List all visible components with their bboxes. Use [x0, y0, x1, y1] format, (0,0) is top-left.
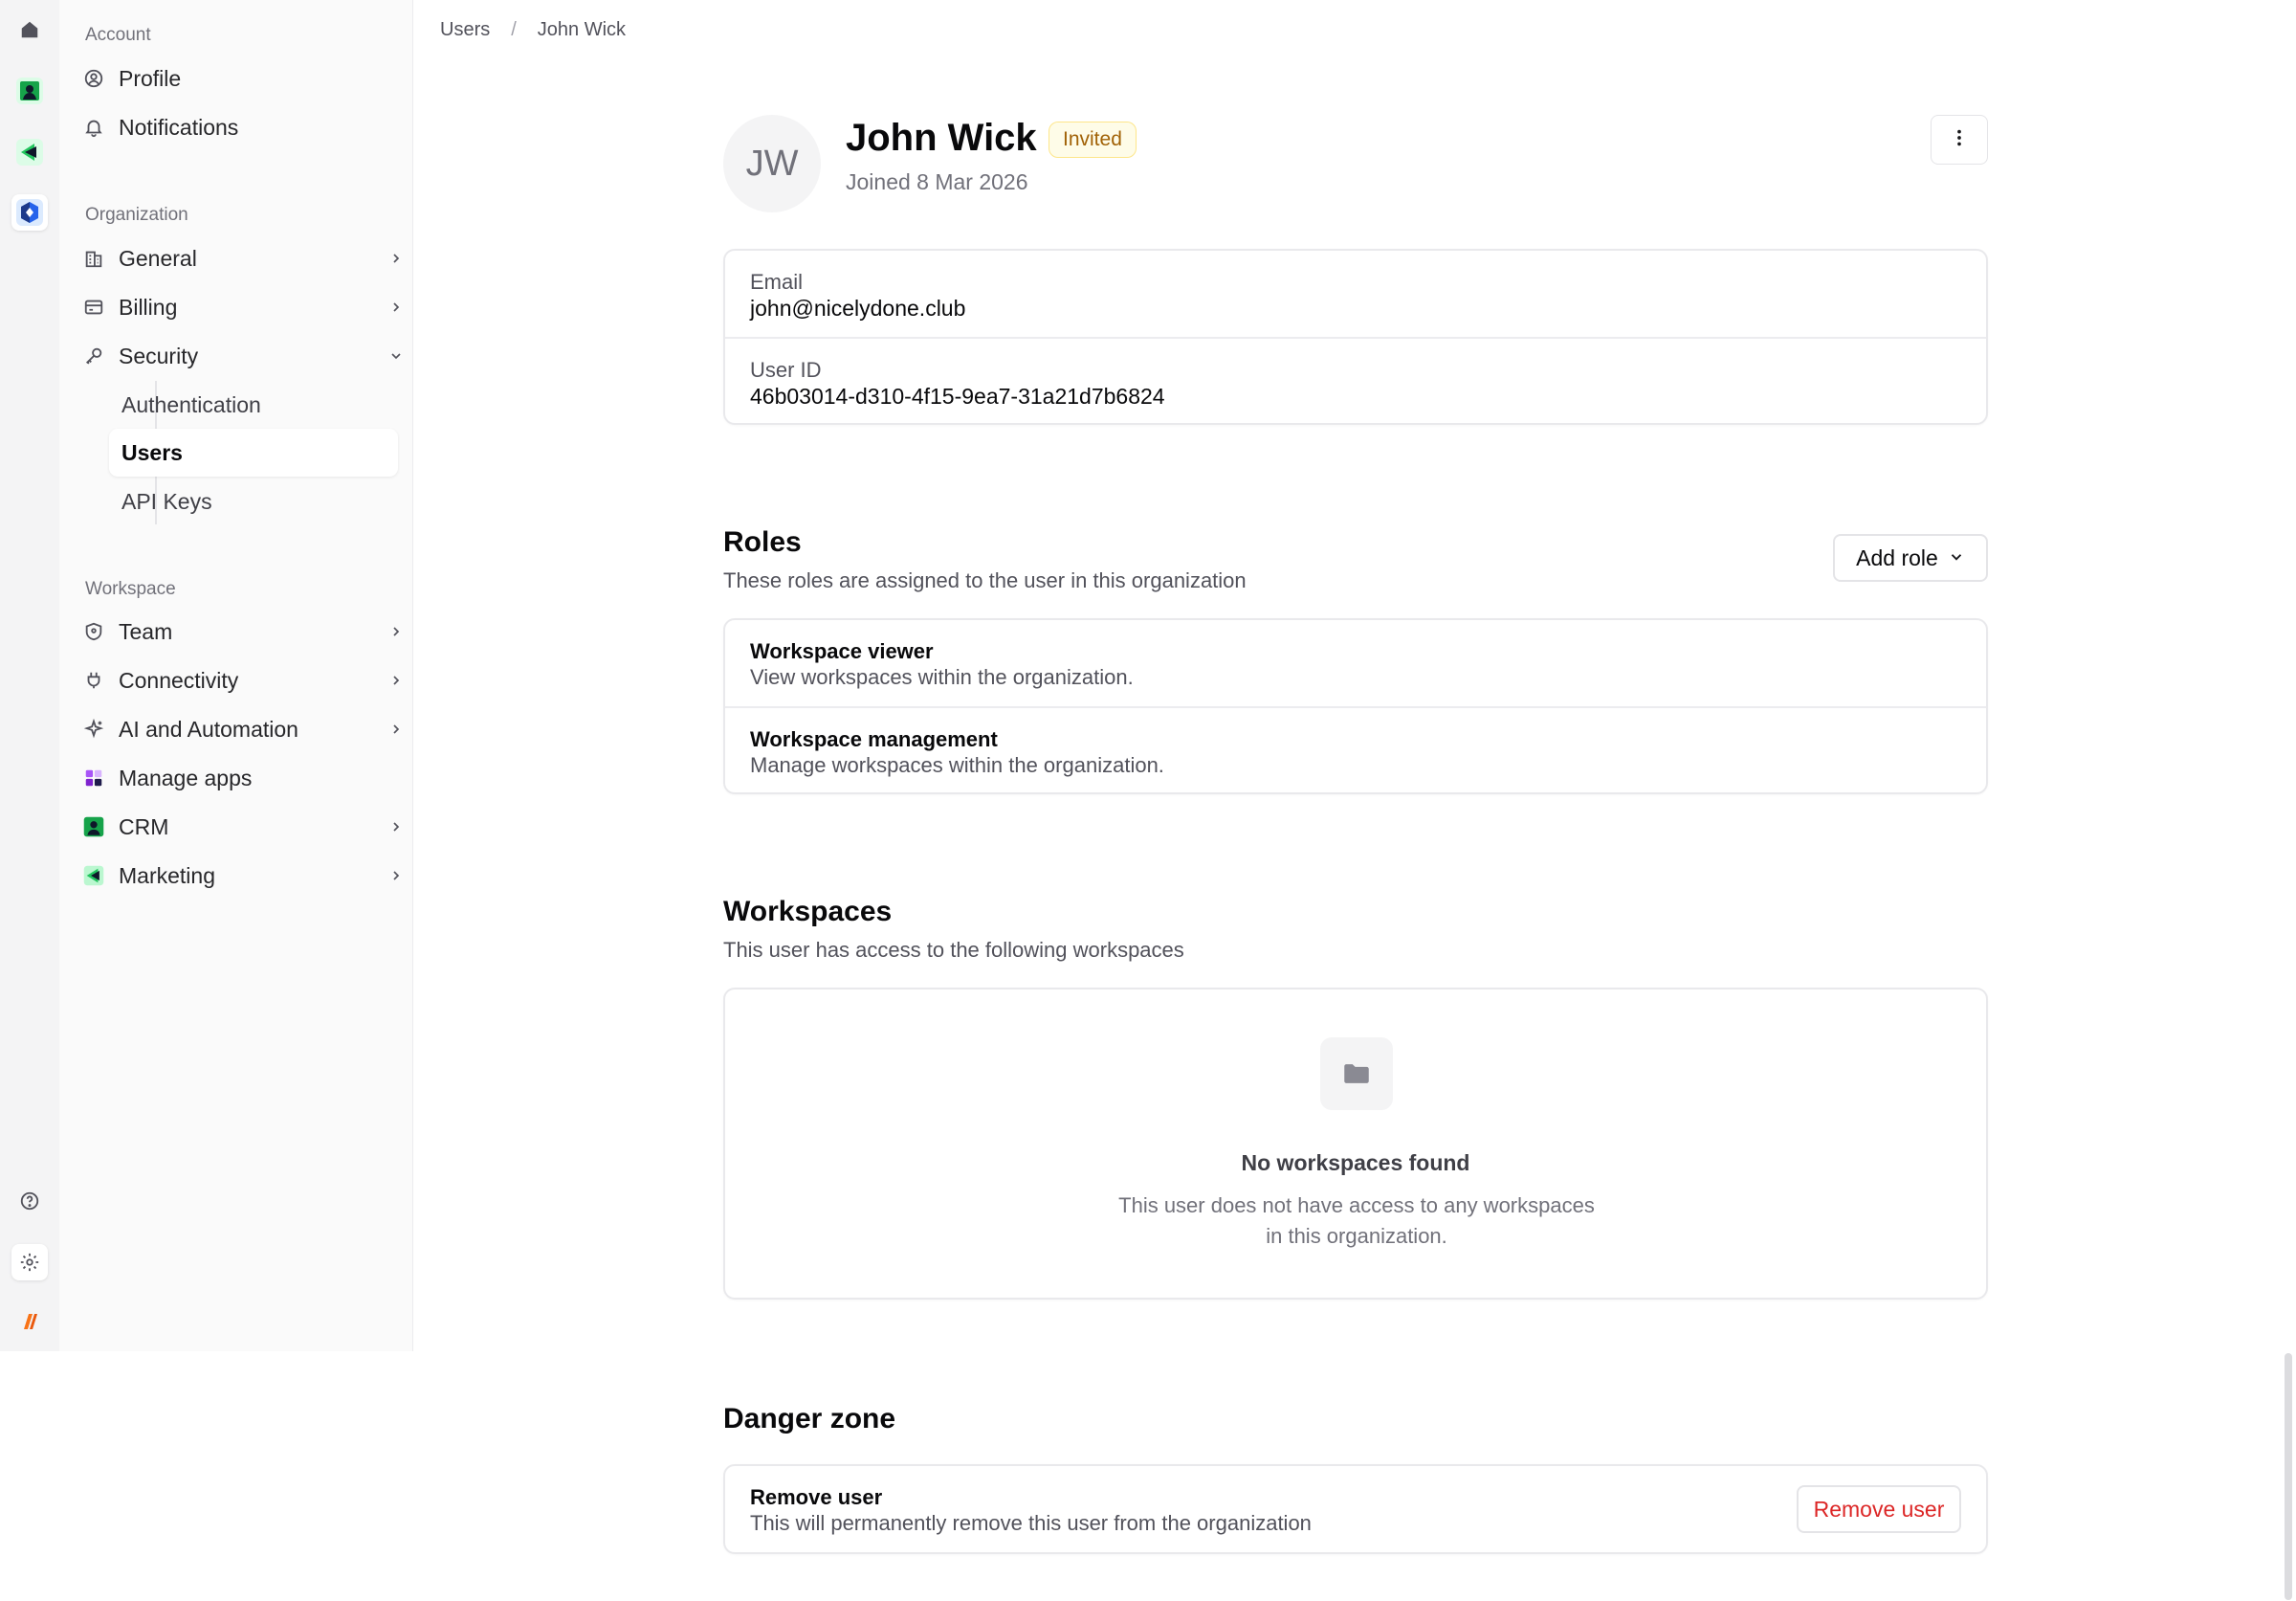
credit-card-icon	[80, 294, 107, 321]
breadcrumb-link-users[interactable]: Users	[440, 19, 490, 41]
sidebar-item-security[interactable]: Security	[80, 333, 419, 379]
page-scrollbar[interactable]	[2285, 1353, 2292, 1600]
empty-state-title: No workspaces found	[1241, 1150, 1470, 1175]
plug-icon	[80, 667, 107, 694]
role-name: Workspace management	[750, 727, 998, 751]
sidebar-item-label: Security	[119, 343, 199, 368]
group-label-organization: Organization	[85, 205, 188, 225]
app-root: Account Profile Notifications Organizati…	[0, 0, 2296, 1601]
empty-state-description: This user does not have access to any wo…	[1118, 1193, 1595, 1248]
role-name: Workspace viewer	[750, 639, 934, 663]
breadcrumb-separator: /	[511, 19, 517, 40]
sidebar-item-general[interactable]: General	[80, 235, 419, 281]
building-icon	[80, 245, 107, 272]
status-badge: Invited	[1049, 122, 1137, 158]
bell-icon	[80, 114, 107, 141]
chevron-right-icon	[385, 247, 408, 270]
help-icon[interactable]	[11, 1183, 48, 1219]
chevron-right-icon	[385, 620, 408, 643]
crm-app-icon[interactable]	[11, 73, 48, 109]
chevron-down-icon	[385, 345, 408, 367]
chevron-down-icon	[1948, 545, 1965, 571]
sparkle-icon	[80, 716, 107, 743]
danger-zone-title: Danger zone	[723, 1403, 896, 1434]
sidebar-item-notifications[interactable]: Notifications	[80, 104, 419, 150]
roles-subtitle: These roles are assigned to the user in …	[723, 568, 1247, 592]
group-label-workspace: Workspace	[85, 579, 176, 599]
sidebar-item-crm[interactable]: CRM	[80, 804, 419, 850]
sidebar-item-label: AI and Automation	[119, 716, 298, 742]
workspaces-empty-card: No workspaces found This user does not h…	[723, 988, 1988, 1300]
sidebar-subitem-users[interactable]: Users	[109, 429, 398, 477]
remove-user-button[interactable]: Remove user	[1797, 1485, 1961, 1533]
sidebar-subitem-authentication[interactable]: Authentication	[109, 381, 398, 429]
crm-logo-icon	[80, 813, 107, 840]
sidebar-item-manage-apps[interactable]: Manage apps	[80, 755, 419, 801]
sidebar-item-billing[interactable]: Billing	[80, 284, 419, 330]
add-role-button[interactable]: Add role	[1833, 534, 1988, 582]
gear-icon[interactable]	[11, 1244, 48, 1280]
sidebar-item-label: Marketing	[119, 862, 215, 888]
sidebar-item-label: Notifications	[119, 114, 239, 140]
settings-app-icon[interactable]	[11, 194, 48, 231]
list-item: Workspace viewer View workspaces within …	[725, 620, 1986, 706]
joined-date: Joined 8 Mar 2026	[846, 169, 1028, 194]
group-label-account: Account	[85, 25, 151, 45]
remove-user-row: Remove user This will permanently remove…	[725, 1466, 1986, 1552]
more-vertical-icon	[1949, 127, 1970, 153]
app-rail	[0, 0, 59, 1351]
user-circle-icon	[80, 65, 107, 92]
settings-sidebar: Account Profile Notifications Organizati…	[59, 0, 413, 1351]
marketing-app-icon[interactable]	[11, 134, 48, 170]
user-id-row: User ID 46b03014-d310-4f15-9ea7-31a21d7b…	[725, 337, 1986, 423]
sidebar-item-label: Billing	[119, 294, 178, 320]
breadcrumb: Users / John Wick	[440, 19, 626, 41]
folder-icon	[1320, 1037, 1393, 1110]
sidebar-item-profile[interactable]: Profile	[80, 56, 419, 101]
email-label: Email	[750, 270, 804, 294]
sidebar-item-ai-and-automation[interactable]: AI and Automation	[80, 706, 419, 752]
shield-icon	[80, 618, 107, 645]
remove-user-description: This will permanently remove this user f…	[750, 1511, 1312, 1535]
email-value: john@nicelydone.club	[750, 296, 966, 321]
sidebar-item-label: General	[119, 245, 197, 271]
chevron-right-icon	[385, 296, 408, 319]
workspaces-subtitle: This user has access to the following wo…	[723, 938, 1184, 962]
chevron-right-icon	[385, 815, 408, 838]
apps-grid-icon	[80, 765, 107, 791]
role-description: View workspaces within the organization.	[750, 665, 1134, 689]
marketing-logo-icon	[80, 862, 107, 889]
roles-title: Roles	[723, 526, 802, 558]
remove-user-title: Remove user	[750, 1485, 883, 1509]
sidebar-item-label: CRM	[119, 813, 169, 839]
breadcrumb-current: John Wick	[537, 19, 627, 40]
workspaces-title: Workspaces	[723, 896, 893, 927]
sidebar-item-label: Team	[119, 618, 173, 644]
sidebar-item-team[interactable]: Team	[80, 609, 419, 655]
user-id-value: 46b03014-d310-4f15-9ea7-31a21d7b6824	[750, 384, 1165, 409]
sidebar-item-label: Profile	[119, 65, 182, 91]
home-icon[interactable]	[11, 11, 48, 48]
add-role-label: Add role	[1856, 545, 1938, 570]
brand-logo-icon[interactable]	[11, 1303, 48, 1340]
list-item: Workspace management Manage workspaces w…	[725, 706, 1986, 792]
avatar: JW	[723, 115, 821, 212]
danger-zone-card: Remove user This will permanently remove…	[723, 1464, 1988, 1554]
sidebar-item-label: Manage apps	[119, 765, 253, 790]
sidebar-item-label: Connectivity	[119, 667, 239, 693]
role-description: Manage workspaces within the organizatio…	[750, 753, 1164, 777]
user-id-label: User ID	[750, 358, 822, 382]
key-icon	[80, 343, 107, 369]
email-row: Email john@nicelydone.club	[725, 251, 1986, 337]
more-actions-button[interactable]	[1931, 115, 1988, 165]
chevron-right-icon	[385, 864, 408, 887]
roles-card: Workspace viewer View workspaces within …	[723, 618, 1988, 794]
sidebar-subitem-api-keys[interactable]: API Keys	[109, 478, 398, 525]
sidebar-item-marketing[interactable]: Marketing	[80, 853, 419, 899]
chevron-right-icon	[385, 669, 408, 692]
user-info-card: Email john@nicelydone.club User ID 46b03…	[723, 249, 1988, 425]
chevron-right-icon	[385, 718, 408, 741]
page-title: John Wick	[846, 117, 1037, 159]
sidebar-item-connectivity[interactable]: Connectivity	[80, 657, 419, 703]
